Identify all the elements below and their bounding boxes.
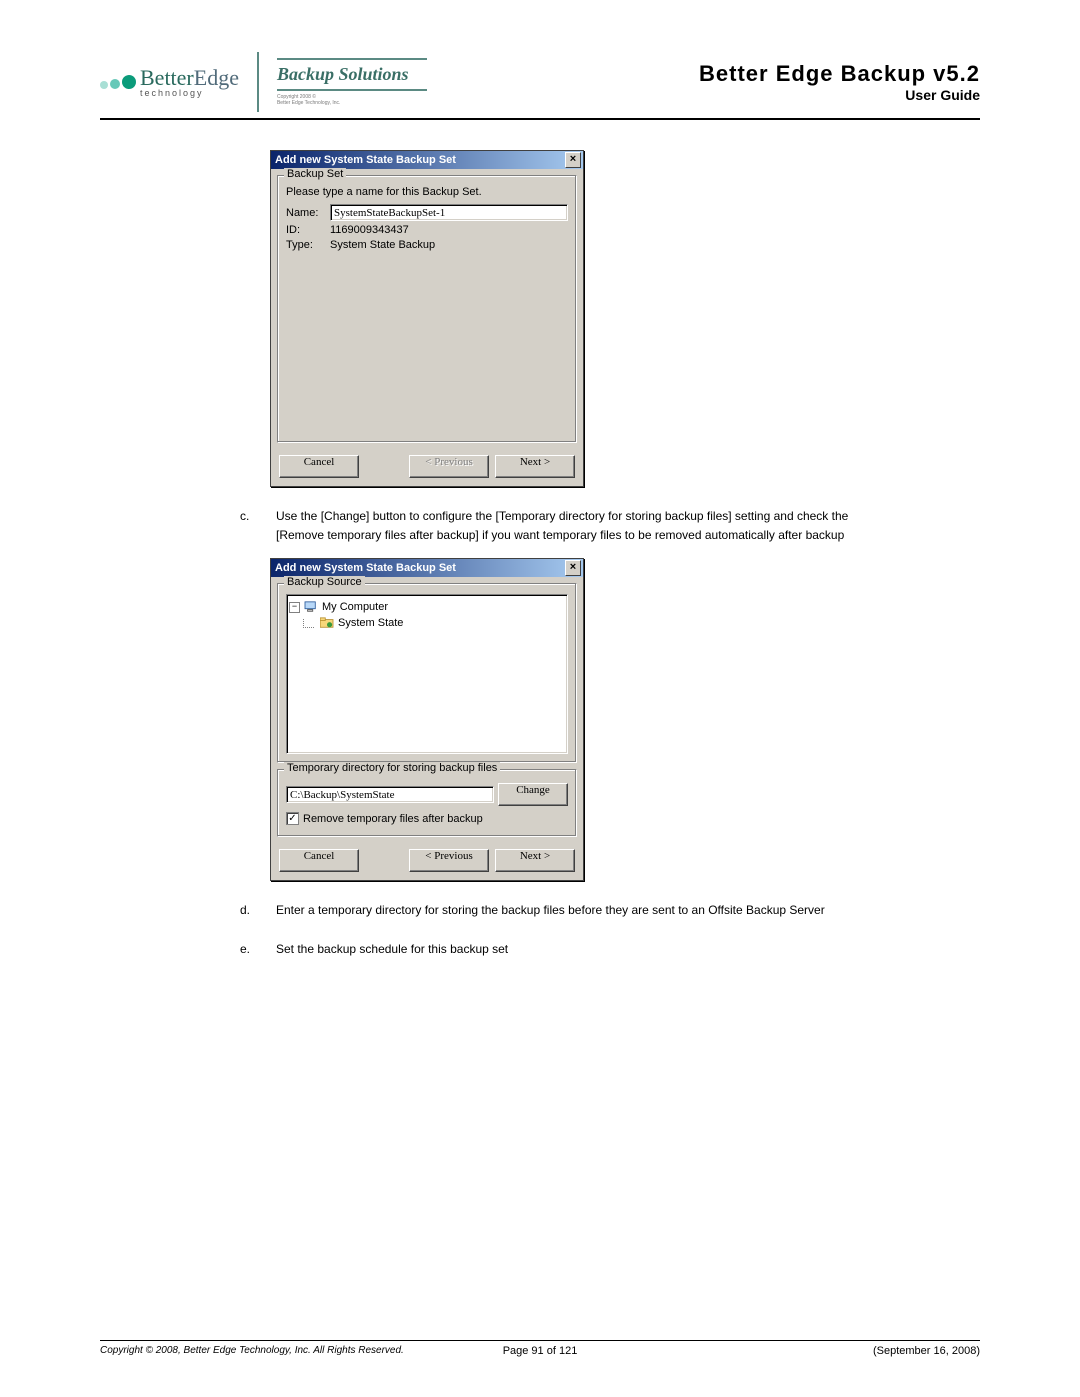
dialog1-fieldset-legend: Backup Set [284, 168, 346, 180]
dialog2-title: Add new System State Backup Set [275, 562, 456, 574]
page-footer: Copyright © 2008, Better Edge Technology… [100, 1340, 980, 1357]
dialog1-title: Add new System State Backup Set [275, 154, 456, 166]
remove-temp-label: Remove temporary files after backup [303, 813, 483, 825]
computer-icon [304, 601, 318, 613]
doc-title: Better Edge Backup v5.2 [699, 61, 980, 87]
next-button[interactable]: Next > [495, 455, 575, 478]
tree-collapse-icon[interactable]: − [289, 602, 300, 613]
logo-divider [257, 52, 259, 112]
id-value: 1169009343437 [330, 224, 409, 236]
backup-solutions-label: Backup Solutions [277, 60, 427, 89]
header-title: Better Edge Backup v5.2 User Guide [699, 61, 980, 103]
next-button[interactable]: Next > [495, 849, 575, 872]
temp-dir-input[interactable]: C:\Backup\SystemState [286, 786, 494, 803]
logo-group: BetterEdge technology Backup Solutions C… [100, 52, 427, 112]
doc-subtitle: User Guide [699, 87, 980, 103]
name-input[interactable]: SystemStateBackupSet-1 [330, 204, 568, 221]
type-label: Type: [286, 239, 326, 251]
cancel-button[interactable]: Cancel [279, 455, 359, 478]
instruction-c-text: Use the [Change] button to configure the… [276, 507, 860, 544]
previous-button[interactable]: < Previous [409, 849, 489, 872]
backup-source-legend: Backup Source [284, 576, 365, 588]
id-label: ID: [286, 224, 326, 236]
change-button[interactable]: Change [498, 783, 568, 806]
folder-icon [320, 617, 334, 629]
tree-root-label[interactable]: My Computer [322, 601, 388, 613]
logo-mini-copy2: Better Edge Technology, Inc. [277, 101, 427, 107]
instruction-d-text: Enter a temporary directory for storing … [276, 901, 860, 920]
source-tree[interactable]: − My Computer System State [286, 594, 568, 754]
remove-temp-checkbox[interactable]: ✓ [286, 812, 299, 825]
dialog1-prompt: Please type a name for this Backup Set. [286, 186, 568, 198]
name-label: Name: [286, 207, 326, 219]
marker-d: d. [240, 901, 258, 920]
marker-c: c. [240, 507, 258, 544]
instruction-e-text: Set the backup schedule for this backup … [276, 940, 860, 959]
type-value: System State Backup [330, 239, 435, 251]
close-icon[interactable]: × [565, 152, 581, 168]
dialog-backup-source: Add new System State Backup Set × Backup… [270, 558, 584, 881]
logo-better: Better [140, 65, 194, 90]
backup-solutions-box: Backup Solutions Copyright 2008 © Better… [277, 58, 427, 106]
footer-page-number: Page 91 of 121 [100, 1345, 980, 1357]
instruction-e: e. Set the backup schedule for this back… [240, 940, 860, 959]
tree-child-label[interactable]: System State [338, 617, 403, 629]
marker-e: e. [240, 940, 258, 959]
page-header: BetterEdge technology Backup Solutions C… [100, 52, 980, 120]
close-icon[interactable]: × [565, 560, 581, 576]
cancel-button[interactable]: Cancel [279, 849, 359, 872]
temp-dir-legend: Temporary directory for storing backup f… [284, 762, 500, 774]
dialog-backup-set-name: Add new System State Backup Set × Backup… [270, 150, 584, 487]
instruction-d: d. Enter a temporary directory for stori… [240, 901, 860, 920]
instruction-c: c. Use the [Change] button to configure … [240, 507, 860, 544]
previous-button: < Previous [409, 455, 489, 478]
betteredge-logo: BetterEdge technology [100, 67, 239, 98]
logo-tech: technology [140, 89, 239, 98]
logo-edge: Edge [194, 65, 239, 90]
